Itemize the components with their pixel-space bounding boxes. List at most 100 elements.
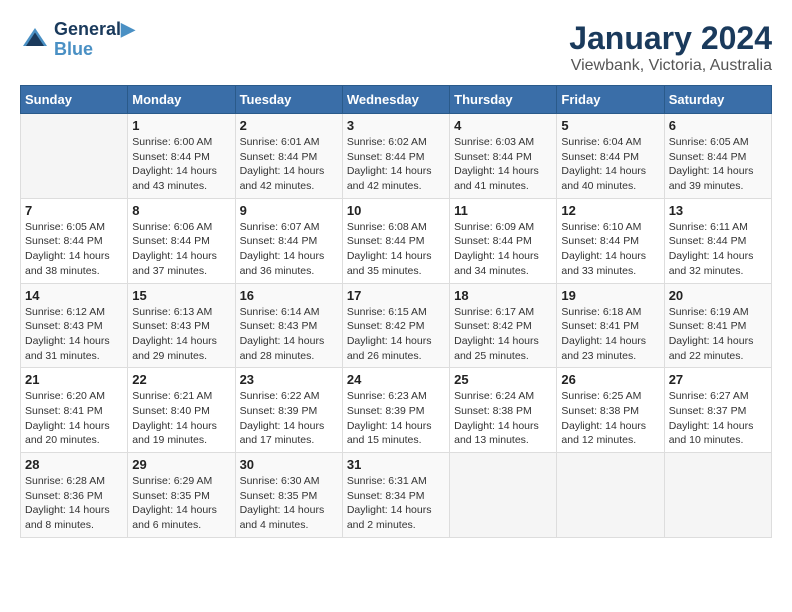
- calendar-cell: 7 Sunrise: 6:05 AM Sunset: 8:44 PM Daylig…: [21, 198, 128, 283]
- header-friday: Friday: [557, 86, 664, 114]
- day-number: 17: [347, 288, 445, 303]
- calendar-cell: 22 Sunrise: 6:21 AM Sunset: 8:40 PM Dayli…: [128, 368, 235, 453]
- calendar-cell: 6 Sunrise: 6:05 AM Sunset: 8:44 PM Daylig…: [664, 114, 771, 199]
- day-number: 14: [25, 288, 123, 303]
- calendar-cell: 20 Sunrise: 6:19 AM Sunset: 8:41 PM Dayli…: [664, 283, 771, 368]
- day-number: 26: [561, 372, 659, 387]
- calendar-cell: 17 Sunrise: 6:15 AM Sunset: 8:42 PM Dayli…: [342, 283, 449, 368]
- day-info: Sunrise: 6:12 AM Sunset: 8:43 PM Dayligh…: [25, 305, 123, 364]
- day-info: Sunrise: 6:23 AM Sunset: 8:39 PM Dayligh…: [347, 389, 445, 448]
- day-info: Sunrise: 6:13 AM Sunset: 8:43 PM Dayligh…: [132, 305, 230, 364]
- day-info: Sunrise: 6:20 AM Sunset: 8:41 PM Dayligh…: [25, 389, 123, 448]
- day-info: Sunrise: 6:05 AM Sunset: 8:44 PM Dayligh…: [669, 135, 767, 194]
- calendar-cell: 18 Sunrise: 6:17 AM Sunset: 8:42 PM Dayli…: [450, 283, 557, 368]
- calendar-cell: [664, 453, 771, 538]
- calendar-cell: 25 Sunrise: 6:24 AM Sunset: 8:38 PM Dayli…: [450, 368, 557, 453]
- calendar-cell: [450, 453, 557, 538]
- calendar-cell: [557, 453, 664, 538]
- calendar-cell: 10 Sunrise: 6:08 AM Sunset: 8:44 PM Dayli…: [342, 198, 449, 283]
- calendar-cell: 3Sunrise: 6:02 AM Sunset: 8:44 PM Daylig…: [342, 114, 449, 199]
- day-info: Sunrise: 6:00 AM Sunset: 8:44 PM Dayligh…: [132, 135, 230, 194]
- day-info: Sunrise: 6:08 AM Sunset: 8:44 PM Dayligh…: [347, 220, 445, 279]
- calendar-cell: 1Sunrise: 6:00 AM Sunset: 8:44 PM Daylig…: [128, 114, 235, 199]
- day-info: Sunrise: 6:04 AM Sunset: 8:44 PM Dayligh…: [561, 135, 659, 194]
- main-title: January 2024: [569, 20, 772, 57]
- day-info: Sunrise: 6:29 AM Sunset: 8:35 PM Dayligh…: [132, 474, 230, 533]
- day-number: 7: [25, 203, 123, 218]
- title-block: January 2024 Viewbank, Victoria, Austral…: [569, 20, 772, 75]
- header-saturday: Saturday: [664, 86, 771, 114]
- subtitle: Viewbank, Victoria, Australia: [569, 57, 772, 75]
- calendar-cell: 29 Sunrise: 6:29 AM Sunset: 8:35 PM Dayli…: [128, 453, 235, 538]
- day-info: Sunrise: 6:17 AM Sunset: 8:42 PM Dayligh…: [454, 305, 552, 364]
- calendar-cell: 4Sunrise: 6:03 AM Sunset: 8:44 PM Daylig…: [450, 114, 557, 199]
- day-info: Sunrise: 6:01 AM Sunset: 8:44 PM Dayligh…: [240, 135, 338, 194]
- day-number: 12: [561, 203, 659, 218]
- calendar-cell: 27Sunrise: 6:27 AM Sunset: 8:37 PM Dayli…: [664, 368, 771, 453]
- calendar-cell: 30Sunrise: 6:30 AM Sunset: 8:35 PM Dayli…: [235, 453, 342, 538]
- day-number: 3: [347, 118, 445, 133]
- header-monday: Monday: [128, 86, 235, 114]
- week-row-1: 1Sunrise: 6:00 AM Sunset: 8:44 PM Daylig…: [21, 114, 772, 199]
- header-sunday: Sunday: [21, 86, 128, 114]
- day-info: Sunrise: 6:07 AM Sunset: 8:44 PM Dayligh…: [240, 220, 338, 279]
- day-info: Sunrise: 6:19 AM Sunset: 8:41 PM Dayligh…: [669, 305, 767, 364]
- day-info: Sunrise: 6:11 AM Sunset: 8:44 PM Dayligh…: [669, 220, 767, 279]
- day-info: Sunrise: 6:31 AM Sunset: 8:34 PM Dayligh…: [347, 474, 445, 533]
- day-number: 27: [669, 372, 767, 387]
- day-number: 29: [132, 457, 230, 472]
- day-info: Sunrise: 6:10 AM Sunset: 8:44 PM Dayligh…: [561, 220, 659, 279]
- day-number: 6: [669, 118, 767, 133]
- header-tuesday: Tuesday: [235, 86, 342, 114]
- day-number: 21: [25, 372, 123, 387]
- header-wednesday: Wednesday: [342, 86, 449, 114]
- day-number: 10: [347, 203, 445, 218]
- day-number: 24: [347, 372, 445, 387]
- calendar-cell: 19Sunrise: 6:18 AM Sunset: 8:41 PM Dayli…: [557, 283, 664, 368]
- day-info: Sunrise: 6:15 AM Sunset: 8:42 PM Dayligh…: [347, 305, 445, 364]
- day-info: Sunrise: 6:03 AM Sunset: 8:44 PM Dayligh…: [454, 135, 552, 194]
- week-row-4: 21 Sunrise: 6:20 AM Sunset: 8:41 PM Dayli…: [21, 368, 772, 453]
- day-number: 11: [454, 203, 552, 218]
- day-number: 5: [561, 118, 659, 133]
- day-number: 23: [240, 372, 338, 387]
- day-info: Sunrise: 6:25 AM Sunset: 8:38 PM Dayligh…: [561, 389, 659, 448]
- calendar-cell: 24 Sunrise: 6:23 AM Sunset: 8:39 PM Dayli…: [342, 368, 449, 453]
- day-number: 18: [454, 288, 552, 303]
- calendar-cell: 31Sunrise: 6:31 AM Sunset: 8:34 PM Dayli…: [342, 453, 449, 538]
- logo: General▶ Blue: [20, 20, 135, 60]
- day-number: 13: [669, 203, 767, 218]
- day-info: Sunrise: 6:30 AM Sunset: 8:35 PM Dayligh…: [240, 474, 338, 533]
- week-row-2: 7 Sunrise: 6:05 AM Sunset: 8:44 PM Daylig…: [21, 198, 772, 283]
- day-info: Sunrise: 6:14 AM Sunset: 8:43 PM Dayligh…: [240, 305, 338, 364]
- calendar-cell: 12 Sunrise: 6:10 AM Sunset: 8:44 PM Dayli…: [557, 198, 664, 283]
- day-number: 25: [454, 372, 552, 387]
- day-info: Sunrise: 6:24 AM Sunset: 8:38 PM Dayligh…: [454, 389, 552, 448]
- week-row-3: 14 Sunrise: 6:12 AM Sunset: 8:43 PM Dayli…: [21, 283, 772, 368]
- day-info: Sunrise: 6:21 AM Sunset: 8:40 PM Dayligh…: [132, 389, 230, 448]
- calendar-cell: 14 Sunrise: 6:12 AM Sunset: 8:43 PM Dayli…: [21, 283, 128, 368]
- header-thursday: Thursday: [450, 86, 557, 114]
- calendar-header-row: SundayMondayTuesdayWednesdayThursdayFrid…: [21, 86, 772, 114]
- day-number: 19: [561, 288, 659, 303]
- day-number: 8: [132, 203, 230, 218]
- calendar-cell: 2Sunrise: 6:01 AM Sunset: 8:44 PM Daylig…: [235, 114, 342, 199]
- day-number: 9: [240, 203, 338, 218]
- week-row-5: 28 Sunrise: 6:28 AM Sunset: 8:36 PM Dayli…: [21, 453, 772, 538]
- calendar-cell: 13 Sunrise: 6:11 AM Sunset: 8:44 PM Dayli…: [664, 198, 771, 283]
- day-info: Sunrise: 6:28 AM Sunset: 8:36 PM Dayligh…: [25, 474, 123, 533]
- day-number: 28: [25, 457, 123, 472]
- day-number: 20: [669, 288, 767, 303]
- day-number: 22: [132, 372, 230, 387]
- calendar-cell: 23Sunrise: 6:22 AM Sunset: 8:39 PM Dayli…: [235, 368, 342, 453]
- day-number: 15: [132, 288, 230, 303]
- page-header: General▶ Blue January 2024 Viewbank, Vic…: [20, 20, 772, 75]
- calendar-cell: 21 Sunrise: 6:20 AM Sunset: 8:41 PM Dayli…: [21, 368, 128, 453]
- logo-icon: [20, 25, 50, 55]
- calendar-cell: 9 Sunrise: 6:07 AM Sunset: 8:44 PM Daylig…: [235, 198, 342, 283]
- calendar-cell: 11 Sunrise: 6:09 AM Sunset: 8:44 PM Dayli…: [450, 198, 557, 283]
- day-info: Sunrise: 6:06 AM Sunset: 8:44 PM Dayligh…: [132, 220, 230, 279]
- day-info: Sunrise: 6:05 AM Sunset: 8:44 PM Dayligh…: [25, 220, 123, 279]
- calendar-table: SundayMondayTuesdayWednesdayThursdayFrid…: [20, 85, 772, 538]
- day-info: Sunrise: 6:09 AM Sunset: 8:44 PM Dayligh…: [454, 220, 552, 279]
